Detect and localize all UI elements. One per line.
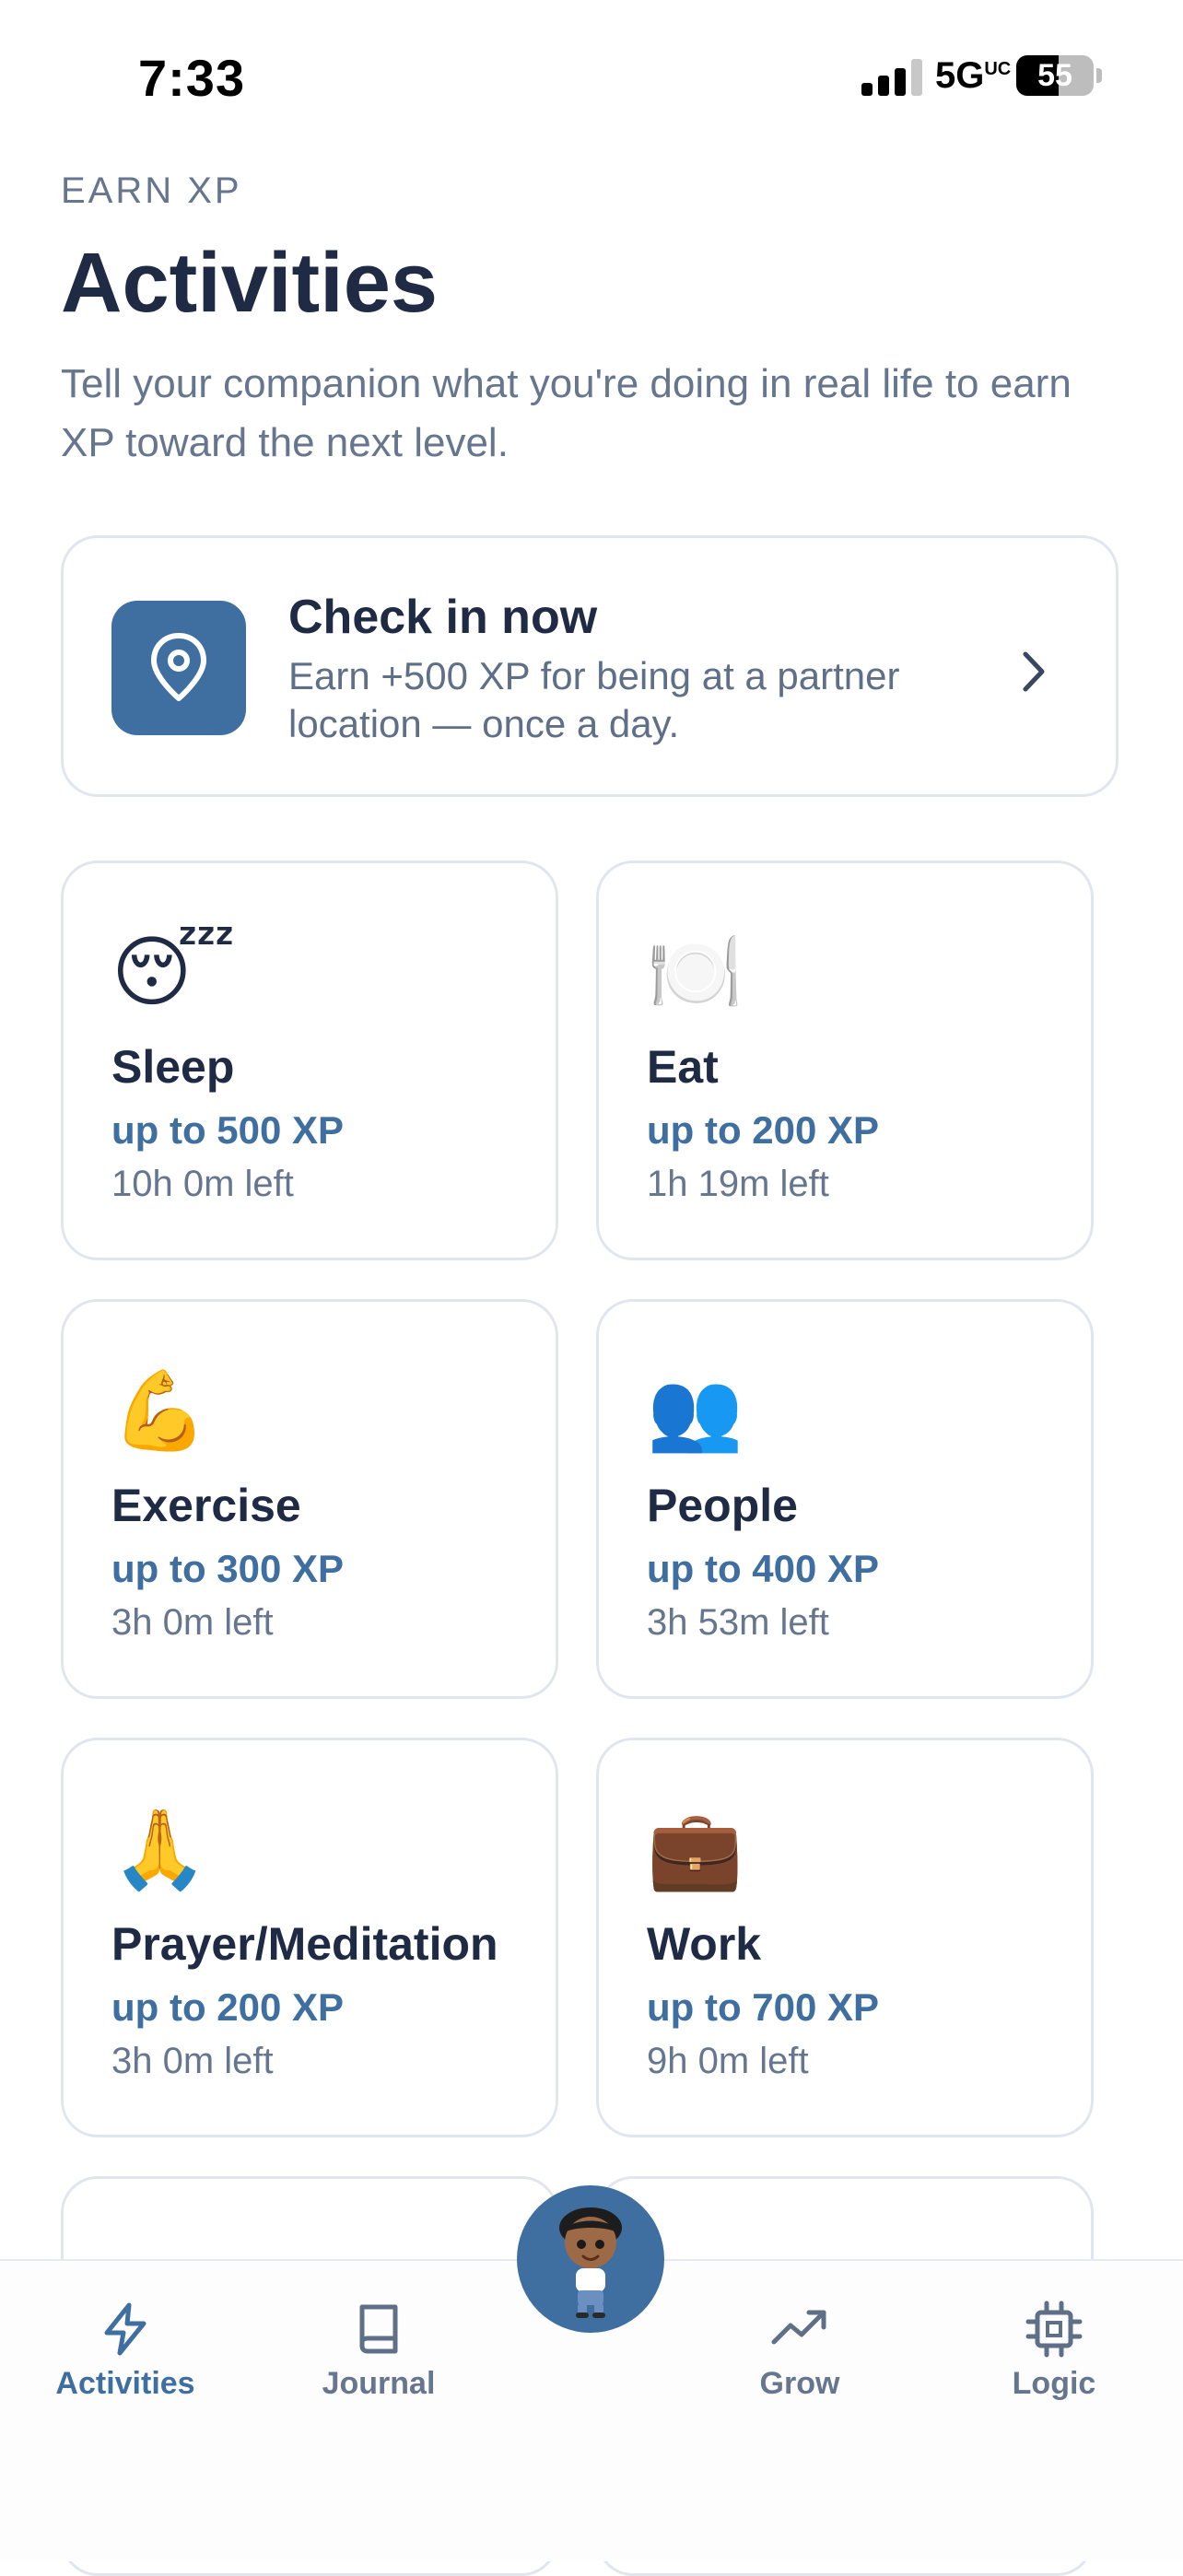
page-title: Activities bbox=[61, 236, 439, 330]
activity-xp: up to 300 XP bbox=[111, 1547, 345, 1590]
check-in-title: Check in now bbox=[288, 591, 598, 644]
people-icon: 👥 bbox=[647, 1365, 744, 1456]
network-badge: UC bbox=[984, 59, 1012, 79]
activity-xp: up to 200 XP bbox=[647, 1108, 880, 1152]
status-bar: 7:33 5GUC 55 bbox=[0, 0, 1183, 147]
tab-activities[interactable]: Activities bbox=[33, 2300, 217, 2402]
lightning-icon bbox=[104, 2302, 146, 2356]
activity-card-eat[interactable]: 🍽️ Eat up to 200 XP 1h 19m left bbox=[596, 861, 1094, 1260]
companion-avatar-button[interactable] bbox=[517, 2185, 664, 2333]
page-subtitle: Tell your companion what you're doing in… bbox=[61, 361, 1072, 465]
activity-xp: up to 700 XP bbox=[647, 1985, 880, 2029]
check-in-description: Earn +500 XP for being at a partner loca… bbox=[288, 654, 900, 745]
tab-label: Activities bbox=[55, 2366, 195, 2401]
flexed-bicep-icon: 💪 bbox=[111, 1365, 208, 1456]
activity-card-sleep[interactable]: 😴 Sleep up to 500 XP 10h 0m left bbox=[61, 861, 558, 1260]
network-indicator: 5GUC bbox=[935, 55, 1011, 97]
chip-icon bbox=[1025, 2301, 1083, 2358]
activity-name: Exercise bbox=[111, 1480, 301, 1531]
activity-xp: up to 200 XP bbox=[111, 1985, 345, 2029]
location-pin-icon bbox=[151, 633, 206, 701]
trending-up-icon bbox=[771, 2310, 826, 2345]
activity-time-left: 9h 0m left bbox=[647, 2041, 809, 2081]
chevron-right-icon bbox=[1023, 651, 1045, 692]
activity-xp: up to 500 XP bbox=[111, 1108, 345, 1152]
activity-name: Sleep bbox=[111, 1041, 235, 1093]
activity-card-exercise[interactable]: 💪 Exercise up to 300 XP 3h 0m left bbox=[61, 1299, 558, 1699]
tab-label: Logic bbox=[1012, 2366, 1096, 2401]
tab-label: Journal bbox=[322, 2366, 436, 2401]
status-time: 7:33 bbox=[138, 49, 246, 107]
tab-journal[interactable]: Journal bbox=[287, 2300, 471, 2402]
activity-card-people[interactable]: 👥 People up to 400 XP 3h 53m left bbox=[596, 1299, 1094, 1699]
activity-card-prayer-meditation[interactable]: 🙏 Prayer/Meditation up to 200 XP 3h 0m l… bbox=[61, 1738, 558, 2137]
tab-grow[interactable]: Grow bbox=[708, 2300, 892, 2402]
network-type: 5G bbox=[935, 55, 985, 96]
check-in-card[interactable]: Check in now Earn +500 XP for being at a… bbox=[61, 535, 1119, 797]
companion-avatar-icon bbox=[559, 2207, 622, 2318]
activity-time-left: 3h 0m left bbox=[111, 2041, 274, 2081]
tab-label: Grow bbox=[759, 2366, 840, 2401]
activity-time-left: 3h 53m left bbox=[647, 1602, 829, 1643]
activity-time-left: 1h 19m left bbox=[647, 1164, 829, 1204]
sleeping-face-icon: 😴 bbox=[111, 927, 236, 1017]
activity-card-work[interactable]: 💼 Work up to 700 XP 9h 0m left bbox=[596, 1738, 1094, 2137]
activity-time-left: 3h 0m left bbox=[111, 1602, 274, 1643]
briefcase-icon: 💼 bbox=[647, 1804, 744, 1894]
activity-name: Eat bbox=[647, 1041, 719, 1093]
activity-xp: up to 400 XP bbox=[647, 1547, 880, 1590]
activity-name: People bbox=[647, 1480, 798, 1531]
battery-icon: 55 bbox=[1016, 55, 1094, 96]
praying-hands-icon: 🙏 bbox=[111, 1804, 208, 1894]
activity-name: Prayer/Meditation bbox=[111, 1918, 498, 1970]
tab-logic[interactable]: Logic bbox=[962, 2300, 1146, 2402]
activity-time-left: 10h 0m left bbox=[111, 1164, 294, 1204]
check-in-icon-box bbox=[111, 601, 246, 735]
cellular-signal-icon bbox=[861, 57, 924, 96]
battery-tip bbox=[1096, 68, 1102, 83]
plate-cutlery-icon: 🍽️ bbox=[647, 927, 744, 1017]
eyebrow-label: EARN XP bbox=[61, 170, 242, 211]
book-icon bbox=[359, 2304, 398, 2354]
battery-level: 55 bbox=[1037, 58, 1072, 93]
activity-name: Work bbox=[647, 1918, 762, 1970]
